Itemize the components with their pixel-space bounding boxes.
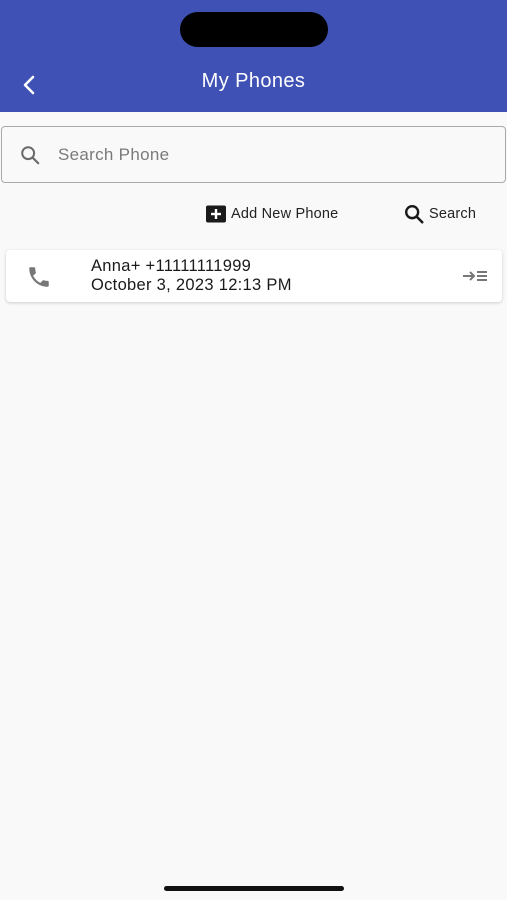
search-input[interactable] — [58, 144, 505, 165]
phone-icon — [29, 267, 49, 287]
search-label: Search — [429, 206, 477, 222]
page-title: My Phones — [201, 70, 306, 92]
app-bar: My Phones — [0, 0, 507, 112]
phone-list-item[interactable]: Anna+ +11111111999 October 3, 2023 12:13… — [6, 250, 502, 302]
open-details-icon[interactable] — [461, 266, 489, 286]
dynamic-island — [180, 12, 328, 47]
my-phones-screen: My Phones Add New Phone Search — [0, 0, 507, 900]
phone-timestamp: October 3, 2023 12:13 PM — [91, 276, 292, 294]
add-new-phone-button[interactable]: Add New Phone — [205, 200, 338, 228]
phone-name-number: Anna+ +11111111999 — [91, 257, 252, 275]
home-indicator[interactable] — [164, 886, 344, 891]
add-box-icon — [205, 205, 227, 223]
search-button[interactable]: Search — [403, 200, 476, 228]
search-icon — [18, 143, 42, 167]
add-new-phone-label: Add New Phone — [231, 206, 339, 222]
search-field[interactable] — [1, 126, 506, 183]
search-icon — [403, 203, 425, 225]
